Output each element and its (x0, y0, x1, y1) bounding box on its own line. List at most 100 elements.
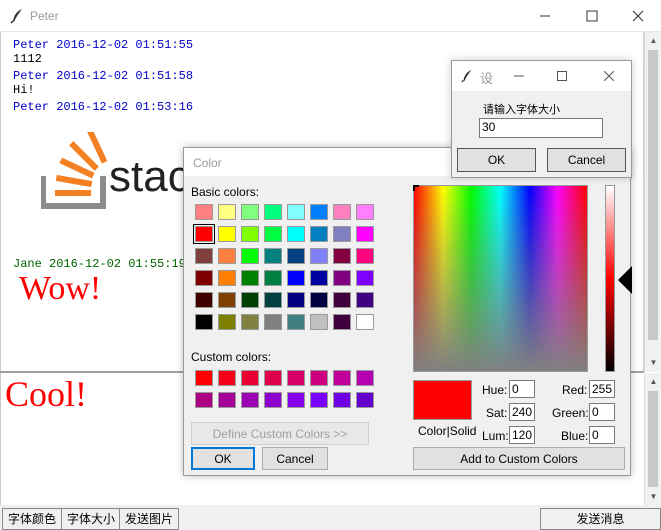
color-swatch[interactable] (287, 314, 305, 330)
color-swatch[interactable] (218, 370, 236, 386)
scroll-up-icon[interactable]: ▲ (645, 373, 661, 390)
color-swatch[interactable] (264, 392, 282, 408)
input-scrollbar[interactable]: ▲ ▼ (644, 373, 661, 505)
color-swatch[interactable] (356, 204, 374, 220)
color-swatch[interactable] (287, 204, 305, 220)
send-button[interactable]: 发送消息(Ctrl+Enter) (540, 508, 661, 530)
color-spectrum[interactable] (413, 185, 588, 372)
scroll-up-icon[interactable]: ▲ (645, 32, 661, 49)
color-swatch[interactable] (310, 226, 328, 242)
color-swatch[interactable] (195, 204, 213, 220)
color-swatch[interactable] (356, 370, 374, 386)
color-swatch[interactable] (241, 370, 259, 386)
color-ok-button[interactable]: OK (191, 447, 255, 470)
color-swatch[interactable] (195, 248, 213, 264)
maximize-button[interactable] (550, 65, 574, 87)
color-swatch[interactable] (333, 248, 351, 264)
color-swatch[interactable] (264, 314, 282, 330)
color-swatch[interactable] (287, 370, 305, 386)
scroll-thumb[interactable] (648, 50, 658, 340)
color-swatch[interactable] (333, 226, 351, 242)
color-swatch[interactable] (241, 226, 259, 242)
color-swatch[interactable] (264, 204, 282, 220)
color-swatch[interactable] (333, 292, 351, 308)
color-swatch[interactable] (195, 392, 213, 408)
color-swatch[interactable] (195, 292, 213, 308)
green-input[interactable]: 0 (589, 403, 615, 421)
blue-input[interactable]: 0 (589, 426, 615, 444)
color-cancel-button[interactable]: Cancel (262, 447, 328, 470)
color-swatch[interactable] (333, 370, 351, 386)
color-swatch[interactable] (287, 292, 305, 308)
color-swatch[interactable] (264, 370, 282, 386)
color-swatch[interactable] (333, 392, 351, 408)
color-swatch[interactable] (195, 314, 213, 330)
color-swatch[interactable] (287, 270, 305, 286)
color-swatch[interactable] (218, 392, 236, 408)
color-swatch[interactable] (241, 392, 259, 408)
color-swatch[interactable] (218, 204, 236, 220)
font-color-button[interactable]: 字体颜色 (2, 508, 63, 530)
maximize-button[interactable] (569, 0, 615, 32)
color-swatch[interactable] (333, 204, 351, 220)
color-swatch[interactable] (310, 392, 328, 408)
color-swatch[interactable] (218, 226, 236, 242)
define-custom-colors-button[interactable]: Define Custom Colors >> (191, 422, 369, 445)
color-swatch[interactable] (287, 226, 305, 242)
scroll-thumb[interactable] (648, 391, 658, 487)
color-swatch[interactable] (264, 292, 282, 308)
color-swatch[interactable] (218, 270, 236, 286)
add-to-custom-colors-button[interactable]: Add to Custom Colors (413, 447, 625, 470)
color-swatch[interactable] (218, 314, 236, 330)
chat-scrollbar[interactable]: ▲ ▼ (644, 32, 661, 372)
color-swatch[interactable] (310, 270, 328, 286)
color-swatch[interactable] (241, 204, 259, 220)
color-swatch[interactable] (264, 226, 282, 242)
font-size-input[interactable]: 30 (479, 118, 603, 138)
font-size-button[interactable]: 字体大小 (61, 508, 122, 530)
minimize-button[interactable] (507, 65, 531, 87)
color-swatch[interactable] (193, 224, 215, 244)
input-text: Cool! (5, 374, 88, 414)
color-swatch[interactable] (333, 270, 351, 286)
color-swatch[interactable] (333, 314, 351, 330)
send-image-button[interactable]: 发送图片 (119, 508, 180, 530)
color-swatch[interactable] (218, 248, 236, 264)
color-swatch[interactable] (264, 270, 282, 286)
color-swatch[interactable] (356, 292, 374, 308)
sat-input[interactable]: 240 (509, 403, 535, 421)
color-swatch[interactable] (241, 314, 259, 330)
lum-input[interactable]: 120 (509, 426, 535, 444)
color-swatch[interactable] (356, 270, 374, 286)
scroll-down-icon[interactable]: ▼ (645, 488, 661, 505)
color-swatch[interactable] (264, 248, 282, 264)
color-swatch[interactable] (356, 314, 374, 330)
color-swatch[interactable] (310, 314, 328, 330)
red-input[interactable]: 255 (589, 380, 615, 398)
color-swatch[interactable] (356, 248, 374, 264)
color-swatch[interactable] (310, 292, 328, 308)
color-swatch[interactable] (356, 226, 374, 242)
close-button[interactable] (615, 0, 661, 32)
color-swatch[interactable] (241, 248, 259, 264)
hue-input[interactable]: 0 (509, 380, 535, 398)
scroll-down-icon[interactable]: ▼ (645, 354, 661, 371)
close-button[interactable] (597, 65, 621, 87)
font-size-ok-button[interactable]: OK (457, 148, 536, 172)
color-swatch[interactable] (356, 392, 374, 408)
color-swatch[interactable] (195, 270, 213, 286)
color-swatch[interactable] (241, 292, 259, 308)
luminance-arrow-icon[interactable] (618, 266, 632, 294)
minimize-button[interactable] (522, 0, 568, 32)
color-swatch[interactable] (310, 370, 328, 386)
color-swatch[interactable] (287, 392, 305, 408)
color-swatch[interactable] (195, 370, 213, 386)
color-swatch[interactable] (310, 204, 328, 220)
crosshair-icon[interactable] (413, 185, 419, 191)
color-swatch[interactable] (218, 292, 236, 308)
color-swatch[interactable] (310, 248, 328, 264)
color-swatch[interactable] (241, 270, 259, 286)
luminance-slider[interactable] (605, 185, 615, 372)
color-swatch[interactable] (287, 248, 305, 264)
font-size-cancel-button[interactable]: Cancel (547, 148, 626, 172)
